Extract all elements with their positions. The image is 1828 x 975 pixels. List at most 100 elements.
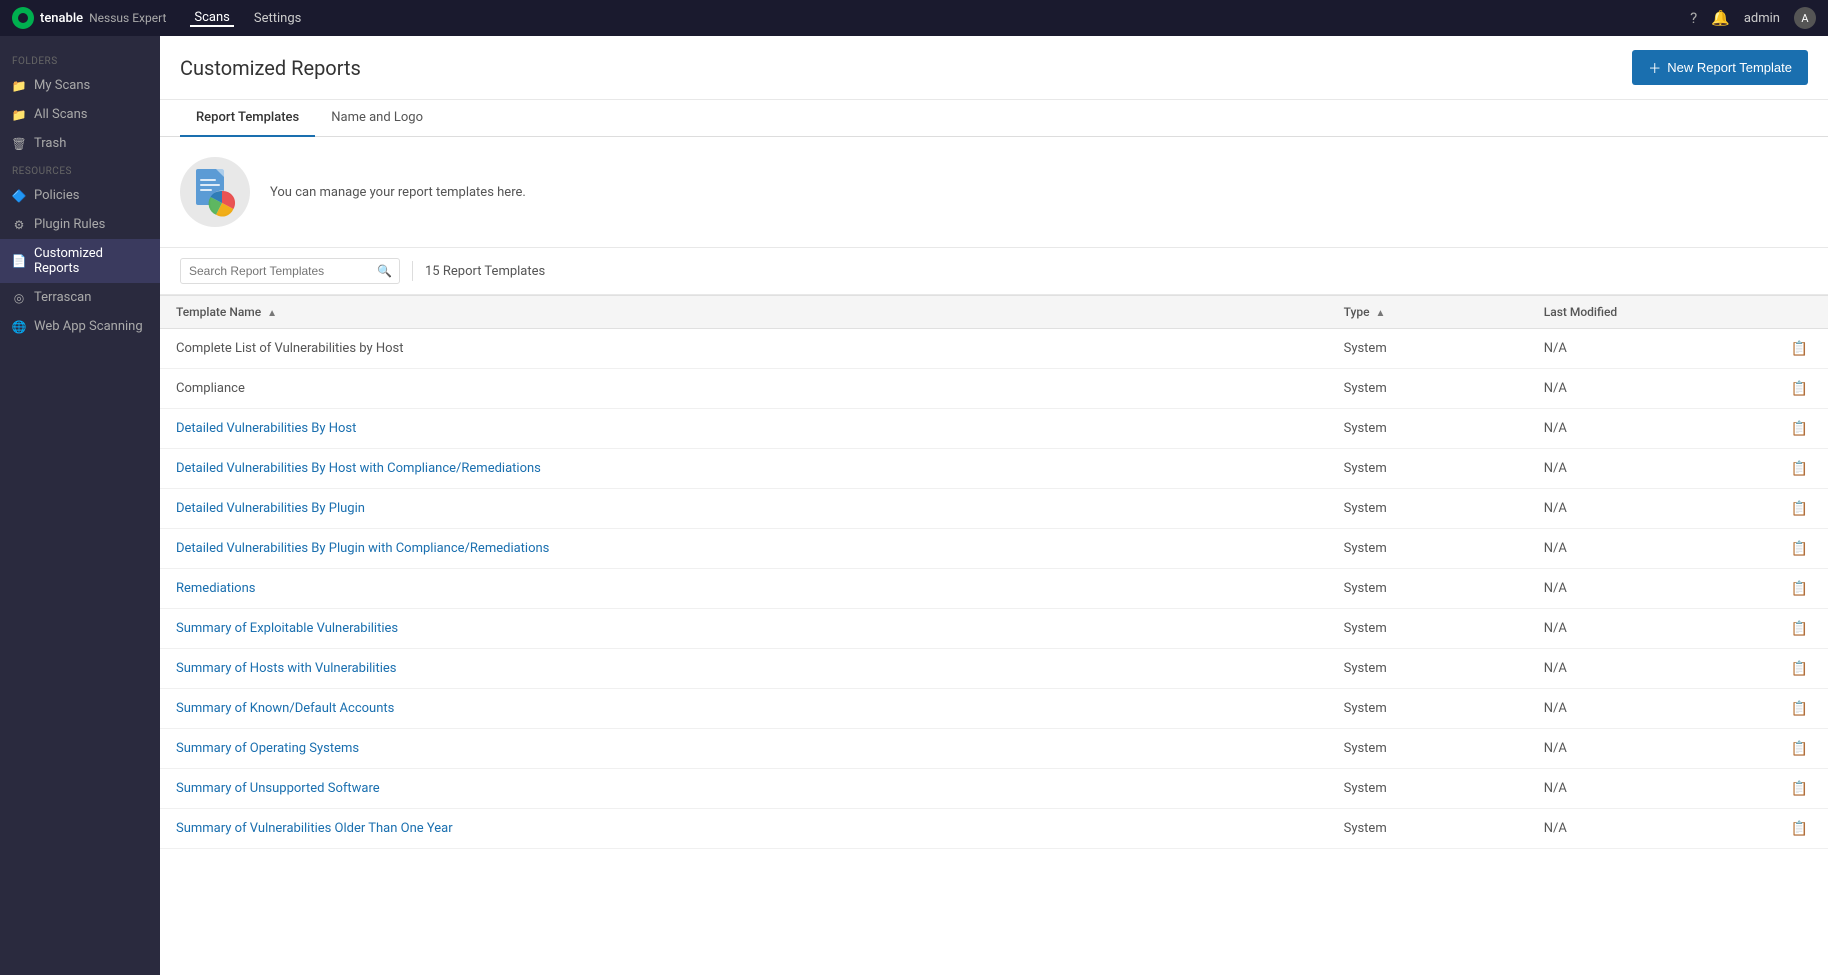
- copy-template-button[interactable]: 📋: [1787, 538, 1812, 559]
- sidebar-item-web-app-scanning[interactable]: 🌐 Web App Scanning: [0, 312, 160, 341]
- resources-label: RESOURCES: [0, 158, 160, 181]
- search-box: 🔍: [180, 258, 400, 284]
- avatar[interactable]: A: [1794, 7, 1816, 29]
- template-name-link[interactable]: Remediations: [176, 581, 255, 596]
- tabs-row: Report Templates Name and Logo: [160, 100, 1828, 137]
- template-name-link[interactable]: Detailed Vulnerabilities By Host with Co…: [176, 461, 541, 476]
- template-last-modified: N/A: [1528, 649, 1728, 689]
- copy-template-button[interactable]: 📋: [1787, 418, 1812, 439]
- copy-template-button[interactable]: 📋: [1787, 338, 1812, 359]
- table-row: Detailed Vulnerabilities By Plugin with …: [160, 529, 1828, 569]
- sidebar: FOLDERS 📁 My Scans 📁 All Scans 🗑 Trash R…: [0, 36, 160, 975]
- folder-icon-my-scans: 📁: [12, 79, 26, 93]
- sort-arrow-name: ▲: [267, 308, 277, 319]
- table-row: Detailed Vulnerabilities By Host with Co…: [160, 449, 1828, 489]
- template-last-modified: N/A: [1528, 769, 1728, 809]
- sidebar-label-all-scans: All Scans: [34, 107, 88, 122]
- template-name-link[interactable]: Summary of Unsupported Software: [176, 781, 380, 796]
- template-type: System: [1328, 769, 1528, 809]
- brand-name: tenable: [40, 11, 83, 26]
- template-last-modified: N/A: [1528, 329, 1728, 369]
- copy-template-button[interactable]: 📋: [1787, 658, 1812, 679]
- copy-template-button[interactable]: 📋: [1787, 738, 1812, 759]
- sidebar-item-trash[interactable]: 🗑 Trash: [0, 129, 160, 158]
- info-text: You can manage your report templates her…: [270, 185, 526, 200]
- template-last-modified: N/A: [1528, 369, 1728, 409]
- sort-arrow-type: ▲: [1376, 308, 1386, 319]
- template-type: System: [1328, 369, 1528, 409]
- copy-template-button[interactable]: 📋: [1787, 578, 1812, 599]
- copy-template-button[interactable]: 📋: [1787, 698, 1812, 719]
- folders-label: FOLDERS: [0, 48, 160, 71]
- template-name-link[interactable]: Detailed Vulnerabilities By Plugin with …: [176, 541, 549, 556]
- copy-template-button[interactable]: 📋: [1787, 778, 1812, 799]
- divider: [412, 261, 413, 281]
- template-last-modified: N/A: [1528, 489, 1728, 529]
- template-type: System: [1328, 609, 1528, 649]
- policies-icon: 🔷: [12, 189, 26, 203]
- plus-icon: ＋: [1648, 58, 1661, 77]
- search-icon: 🔍: [377, 264, 392, 278]
- table-body: Complete List of Vulnerabilities by Host…: [160, 329, 1828, 849]
- table-row: Summary of Vulnerabilities Older Than On…: [160, 809, 1828, 849]
- col-header-last-modified: Last Modified: [1528, 296, 1728, 329]
- sidebar-item-policies[interactable]: 🔷 Policies: [0, 181, 160, 210]
- template-type: System: [1328, 489, 1528, 529]
- copy-template-button[interactable]: 📋: [1787, 818, 1812, 839]
- copy-template-button[interactable]: 📋: [1787, 458, 1812, 479]
- table-row: Summary of Exploitable Vulnerabilities Sy…: [160, 609, 1828, 649]
- template-type: System: [1328, 729, 1528, 769]
- sidebar-item-all-scans[interactable]: 📁 All Scans: [0, 100, 160, 129]
- col-header-name[interactable]: Template Name ▲: [160, 296, 1328, 329]
- sidebar-item-terrascan[interactable]: ◎ Terrascan: [0, 283, 160, 312]
- template-type: System: [1328, 649, 1528, 689]
- table-row: ComplianceSystemN/A📋: [160, 369, 1828, 409]
- copy-template-button[interactable]: 📋: [1787, 498, 1812, 519]
- template-name-link[interactable]: Detailed Vulnerabilities By Plugin: [176, 501, 365, 516]
- template-name-link[interactable]: Summary of Known/Default Accounts: [176, 701, 394, 716]
- table-row: Detailed Vulnerabilities By Plugin System…: [160, 489, 1828, 529]
- template-type: System: [1328, 329, 1528, 369]
- template-type: System: [1328, 409, 1528, 449]
- table-row: Complete List of Vulnerabilities by Host…: [160, 329, 1828, 369]
- page-title: Customized Reports: [180, 56, 361, 80]
- template-last-modified: N/A: [1528, 449, 1728, 489]
- copy-template-button[interactable]: 📋: [1787, 618, 1812, 639]
- template-name-link[interactable]: Detailed Vulnerabilities By Host: [176, 421, 356, 436]
- template-count: 15 Report Templates: [425, 264, 545, 279]
- table-header: Template Name ▲ Type ▲ Last Modified: [160, 296, 1828, 329]
- sidebar-item-my-scans[interactable]: 📁 My Scans: [0, 71, 160, 100]
- template-last-modified: N/A: [1528, 529, 1728, 569]
- template-name-link[interactable]: Summary of Vulnerabilities Older Than On…: [176, 821, 453, 836]
- nav-scans[interactable]: Scans: [190, 10, 233, 27]
- template-name-link[interactable]: Summary of Exploitable Vulnerabilities: [176, 621, 398, 636]
- sidebar-item-customized-reports[interactable]: 📄 Customized Reports: [0, 239, 160, 283]
- trash-icon: 🗑: [12, 137, 26, 151]
- tab-name-and-logo[interactable]: Name and Logo: [315, 100, 439, 137]
- new-report-template-button[interactable]: ＋ New Report Template: [1632, 50, 1808, 85]
- help-icon[interactable]: ?: [1690, 9, 1697, 27]
- copy-template-button[interactable]: 📋: [1787, 378, 1812, 399]
- col-header-actions: [1728, 296, 1828, 329]
- nav-settings[interactable]: Settings: [250, 11, 305, 26]
- sidebar-label-trash: Trash: [34, 136, 66, 151]
- col-header-type[interactable]: Type ▲: [1328, 296, 1528, 329]
- template-type: System: [1328, 689, 1528, 729]
- report-templates-table: Template Name ▲ Type ▲ Last Modified Com…: [160, 295, 1828, 849]
- search-row: 🔍 15 Report Templates: [160, 248, 1828, 295]
- search-input[interactable]: [180, 258, 400, 284]
- template-type: System: [1328, 569, 1528, 609]
- new-report-btn-label: New Report Template: [1667, 60, 1792, 75]
- tab-report-templates[interactable]: Report Templates: [180, 100, 315, 137]
- table-row: Detailed Vulnerabilities By Host SystemN/…: [160, 409, 1828, 449]
- template-last-modified: N/A: [1528, 409, 1728, 449]
- sidebar-item-plugin-rules[interactable]: ⚙ Plugin Rules: [0, 210, 160, 239]
- top-navigation: tenable Nessus Expert Scans Settings ? 🔔…: [0, 0, 1828, 36]
- terrascan-icon: ◎: [12, 291, 26, 305]
- template-name-link[interactable]: Summary of Hosts with Vulnerabilities: [176, 661, 397, 676]
- template-name-link[interactable]: Summary of Operating Systems: [176, 741, 359, 756]
- template-type: System: [1328, 529, 1528, 569]
- table-row: Remediations SystemN/A 📋: [160, 569, 1828, 609]
- bell-icon[interactable]: 🔔: [1711, 9, 1730, 27]
- template-last-modified: N/A: [1528, 569, 1728, 609]
